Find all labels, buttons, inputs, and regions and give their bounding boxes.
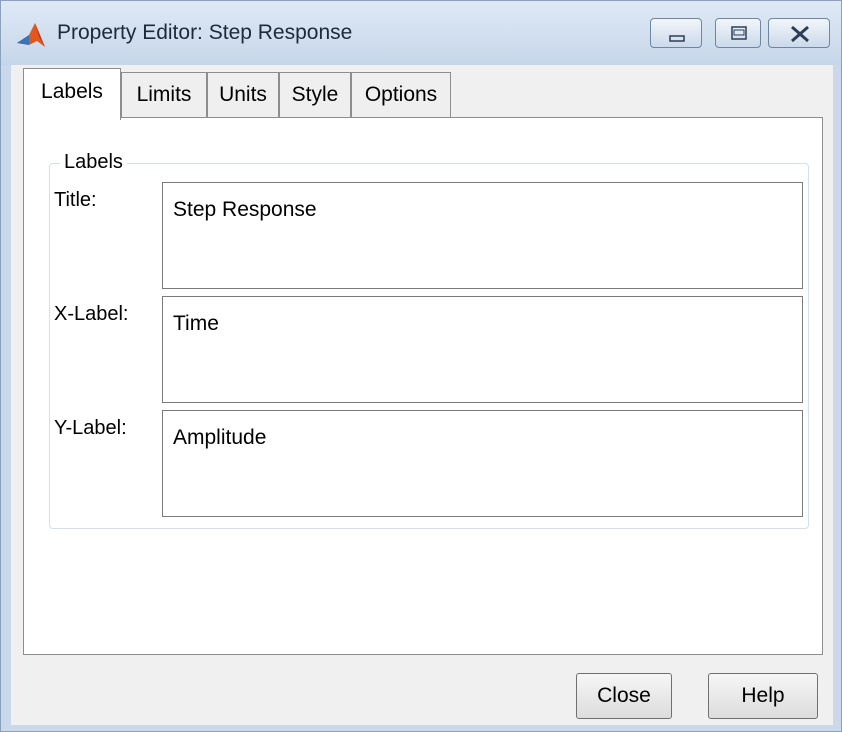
y-label-field-label: Y-Label: bbox=[54, 417, 127, 439]
close-window-button[interactable] bbox=[768, 18, 830, 48]
maximize-icon bbox=[731, 26, 747, 40]
y-label-input[interactable]: Amplitude bbox=[162, 410, 803, 517]
x-label-field-label: X-Label: bbox=[54, 303, 129, 325]
maximize-button[interactable] bbox=[715, 18, 761, 48]
minimize-button[interactable] bbox=[650, 18, 702, 48]
title-bar[interactable]: Property Editor: Step Response bbox=[1, 1, 841, 65]
labels-group-title: Labels bbox=[60, 151, 127, 174]
matlab-logo-icon bbox=[17, 23, 45, 47]
dialog-client-area: Labels Limits Units Style Options Labels… bbox=[11, 65, 833, 725]
property-editor-window: Property Editor: Step Response Labels Li… bbox=[0, 0, 842, 732]
title-input[interactable]: Step Response bbox=[162, 182, 803, 289]
tab-options[interactable]: Options bbox=[351, 72, 451, 118]
tab-limits[interactable]: Limits bbox=[121, 72, 207, 118]
x-label-input[interactable]: Time bbox=[162, 296, 803, 403]
help-button[interactable]: Help bbox=[708, 673, 818, 719]
close-icon bbox=[791, 25, 809, 43]
window-title: Property Editor: Step Response bbox=[57, 21, 353, 44]
labels-tab-panel: Labels Title: Step Response X-Label: Tim… bbox=[23, 117, 823, 655]
title-field-label: Title: bbox=[54, 189, 97, 211]
close-button[interactable]: Close bbox=[576, 673, 672, 719]
tab-labels[interactable]: Labels bbox=[23, 68, 121, 120]
minimize-icon bbox=[669, 35, 685, 42]
tab-style[interactable]: Style bbox=[279, 72, 351, 118]
tab-units[interactable]: Units bbox=[207, 72, 279, 118]
